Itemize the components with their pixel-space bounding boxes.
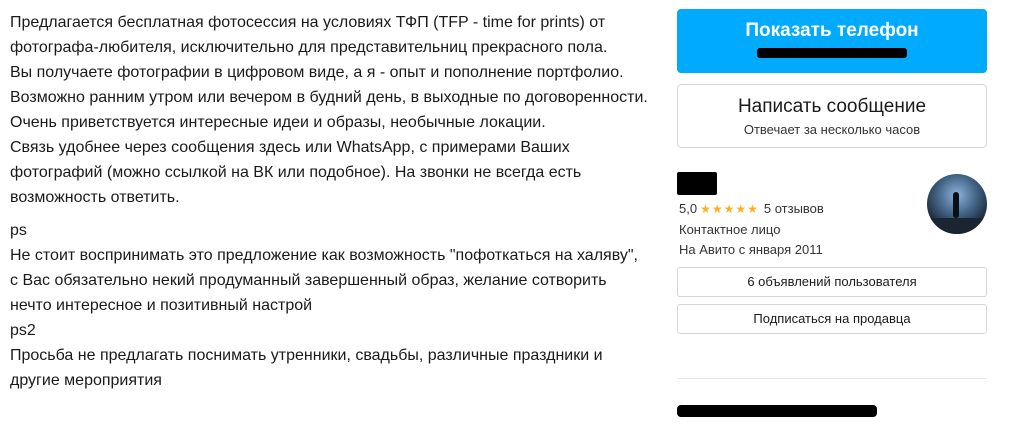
seller-info: 5,0 ★★★★★ 5 отзывов Контактное лицо На Ави…: [677, 172, 987, 262]
response-time: Отвечает за несколько часов: [743, 122, 921, 137]
description-paragraph: Возможно ранним утром или вечером в будн…: [10, 89, 648, 106]
avatar[interactable]: [927, 174, 987, 234]
description-paragraph: Связь удобнее через сообщения здесь или …: [10, 139, 582, 206]
ad-description: Предлагается бесплатная фотосессия на ус…: [10, 10, 650, 393]
write-message-button[interactable]: Написать сообщение Отвечает за несколько…: [677, 84, 987, 148]
redacted-seller-name[interactable]: [677, 172, 717, 195]
seller-sidebar: Показать телефон Написать сообщение Отве…: [677, 9, 987, 417]
seller-rating[interactable]: 5,0 ★★★★★ 5 отзывов: [679, 201, 824, 216]
description-paragraph: Предлагается бесплатная фотосессия на ус…: [10, 14, 608, 56]
redacted-phone-number: [757, 48, 907, 58]
show-phone-label: Показать телефон: [745, 20, 919, 41]
member-since: На Авито с января 2011: [679, 242, 823, 257]
redacted-address: [677, 405, 877, 417]
user-listings-button[interactable]: 6 объявлений пользователя: [677, 267, 987, 297]
description-paragraph: Вы получаете фотографии в цифровом виде,…: [10, 64, 624, 81]
description-paragraph: Очень приветствуется интересные идеи и о…: [10, 114, 546, 131]
show-phone-button[interactable]: Показать телефон: [677, 9, 987, 73]
contact-label: Контактное лицо: [679, 222, 781, 237]
rating-value: 5,0: [679, 201, 698, 216]
description-paragraph: ps2: [10, 322, 36, 339]
description-paragraph: ps: [10, 222, 27, 239]
description-paragraph: Не стоит воспринимать это предложение ка…: [10, 247, 638, 314]
avatar-ground: [927, 218, 987, 234]
subscribe-seller-button[interactable]: Подписаться на продавца: [677, 304, 987, 334]
divider: [677, 378, 987, 379]
avatar-figure: [953, 192, 959, 218]
rating-stars-icon: ★★★★★: [700, 202, 759, 216]
reviews-count[interactable]: 5 отзывов: [764, 201, 824, 216]
write-message-label: Написать сообщение: [737, 96, 927, 117]
description-paragraph: Просьба не предлагать поснимать утренник…: [10, 347, 603, 389]
